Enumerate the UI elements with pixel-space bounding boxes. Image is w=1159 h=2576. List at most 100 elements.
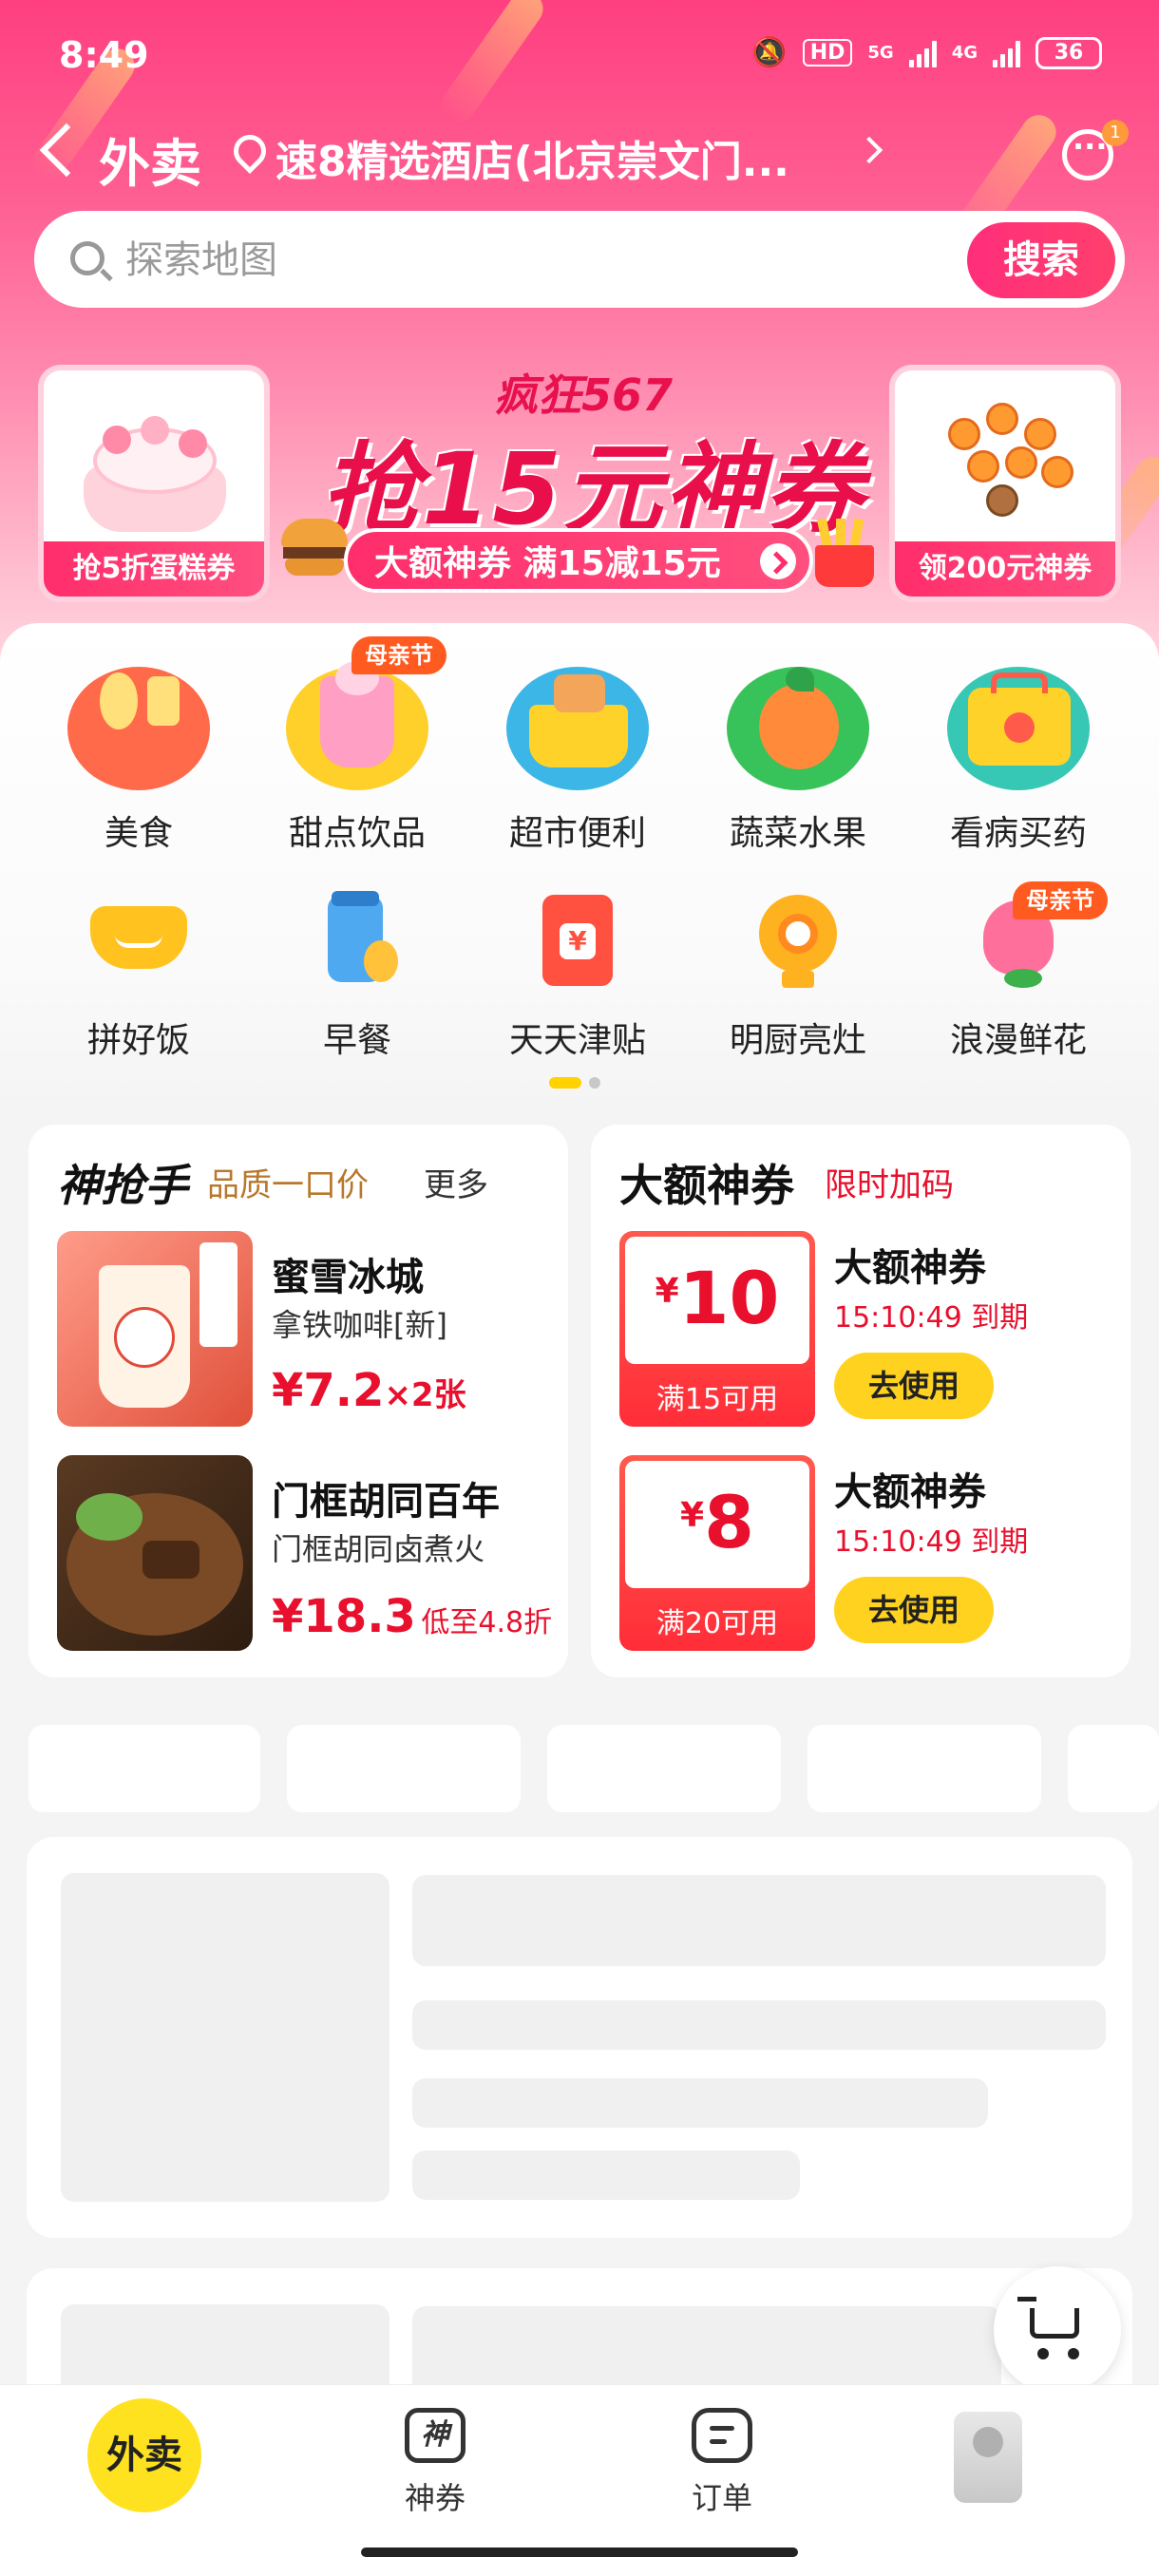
category-flowers[interactable]: 浪漫鲜花 母亲节 — [914, 881, 1123, 1062]
use-coupon-button[interactable]: 去使用 — [834, 1577, 994, 1643]
coupon-expiry: 15:10:49 到期 — [834, 1301, 1029, 1335]
back-arrow-icon[interactable] — [39, 123, 94, 178]
camera-icon — [746, 895, 850, 999]
status-icons: 🔕 HD 5G 4G 36 — [751, 36, 1102, 69]
coupon-amount: 8 — [704, 1480, 754, 1564]
category-label: 蔬菜水果 — [729, 814, 866, 853]
deal-price-note: 低至4.8折 — [421, 1606, 553, 1639]
loading-filter-pill — [287, 1725, 521, 1812]
category-label: 明厨亮灶 — [729, 1021, 866, 1060]
coupon-ticket[interactable]: ¥8 满20可用 — [619, 1455, 815, 1651]
category-breakfast[interactable]: 早餐 — [253, 891, 462, 1062]
tab-coupons[interactable]: 神 神券 — [359, 2408, 511, 2518]
category-food[interactable]: 美食 — [34, 655, 243, 855]
page-dot-active — [549, 1077, 581, 1089]
cart-icon — [1017, 2297, 1079, 2339]
coupon-condition: 满20可用 — [656, 1607, 779, 1640]
top-nav: 外卖 速8精选酒店(北京崇文门... 1 — [0, 114, 1159, 199]
category-open-kitchen[interactable]: 明厨亮灶 — [694, 895, 902, 1062]
category-vegetables[interactable]: 蔬菜水果 — [694, 655, 902, 855]
cake-image — [74, 408, 236, 532]
flower-coupon-banner[interactable]: 领200元神券 — [889, 365, 1121, 602]
category-supermarket[interactable]: 超市便利 — [473, 655, 682, 855]
coupons-card: 大额神券 限时加码 ¥10 满15可用 大额神券 15:10:49 到期 去使用… — [591, 1125, 1130, 1677]
coupon-expiry: 15:10:49 到期 — [834, 1525, 1029, 1559]
loading-line — [412, 2150, 800, 2200]
red-envelope-icon: ¥ — [525, 895, 630, 999]
search-button[interactable]: 搜索 — [967, 222, 1115, 298]
category-label: 甜点饮品 — [288, 814, 426, 853]
page-dot — [589, 1077, 600, 1089]
order-list-icon — [692, 2408, 752, 2463]
tab-label: 订单 — [691, 2480, 752, 2516]
cart-button[interactable] — [994, 2266, 1121, 2394]
category-label: 早餐 — [322, 1021, 391, 1060]
tableware-icon — [67, 655, 210, 798]
coupon-face: ¥10 — [625, 1237, 809, 1364]
tab-orders[interactable]: 订单 — [646, 2408, 798, 2518]
promo-coupon-button[interactable]: 大额神券 满15减15元 — [344, 528, 813, 593]
coupon-currency: ¥ — [655, 1272, 679, 1311]
arrow-right-icon — [760, 543, 796, 579]
loading-store-card — [27, 1837, 1132, 2238]
message-badge: 1 — [1102, 120, 1129, 146]
loading-filter-pill — [1068, 1725, 1159, 1812]
coupon-condition: 满15可用 — [656, 1383, 779, 1416]
avatar[interactable] — [954, 2412, 1022, 2503]
search-bar: 搜索 — [34, 211, 1125, 308]
cake-coupon-banner[interactable]: 抢5折蛋糕券 — [38, 365, 270, 602]
deals-subtitle: 品质一口价 — [207, 1166, 369, 1204]
category-dessert[interactable]: 甜点饮品 母亲节 — [253, 636, 462, 855]
cart-wheel — [1037, 2348, 1049, 2359]
search-input[interactable] — [125, 234, 790, 287]
category-group-meal[interactable]: 拼好饭 — [34, 895, 243, 1062]
category-subsidy[interactable]: ¥ 天天津贴 — [473, 895, 682, 1062]
category-label: 看病买药 — [949, 814, 1087, 853]
coupon-ticket[interactable]: ¥10 满15可用 — [619, 1231, 815, 1427]
network-5g-label: 5G — [867, 43, 894, 63]
coupon-name: 大额神券 — [834, 1246, 986, 1290]
basket-icon — [506, 655, 649, 798]
delivery-address[interactable]: 速8精选酒店(北京崇文门... — [276, 127, 789, 188]
fries-icon — [809, 518, 880, 587]
braised-dish-image[interactable] — [57, 1455, 253, 1651]
bouquet-image — [929, 389, 1091, 551]
category-label: 拼好饭 — [86, 1021, 190, 1060]
loading-filter-pill — [28, 1725, 260, 1812]
battery-icon: 36 — [1036, 36, 1102, 69]
category-label: 超市便利 — [508, 814, 646, 853]
coffee-product-image[interactable] — [57, 1231, 253, 1427]
mute-bell-icon: 🔕 — [751, 36, 788, 69]
page-title: 外卖 — [99, 134, 201, 194]
chevron-right-icon[interactable] — [855, 136, 884, 164]
deal-store-name[interactable]: 蜜雪冰城 — [272, 1246, 424, 1301]
category-medicine[interactable]: 看病买药 — [914, 655, 1123, 855]
hd-icon: HD — [802, 39, 853, 66]
coupons-title: 大额神券 — [619, 1160, 794, 1211]
loading-filter-pill — [808, 1725, 1041, 1812]
tab-label: 神券 — [404, 2480, 466, 2516]
mothers-day-tag: 母亲节 — [1013, 881, 1108, 919]
home-indicator — [361, 2548, 798, 2557]
promo-pill-label: 大额神券 满15减15元 — [374, 544, 721, 583]
tab-home[interactable]: 外卖 — [87, 2398, 201, 2512]
dessert-icon — [286, 655, 428, 798]
cart-wheel — [1068, 2348, 1079, 2359]
deal-price-value: ¥18.3 — [272, 1590, 416, 1643]
loading-line — [412, 2000, 1106, 2050]
signal-5g-icon — [908, 39, 937, 67]
network-4g-label: 4G — [951, 43, 978, 63]
deal-product-name: 拿铁咖啡[新] — [272, 1307, 447, 1343]
status-time: 8:49 — [59, 34, 149, 76]
deals-title: 神抢手 — [57, 1160, 188, 1211]
deal-price-note: ×2张 — [384, 1376, 466, 1414]
deals-more-link[interactable]: 更多 — [424, 1159, 488, 1205]
coupon-currency: ¥ — [680, 1496, 705, 1535]
use-coupon-button[interactable]: 去使用 — [834, 1353, 994, 1419]
deal-price: ¥18.3 低至4.8折 — [272, 1590, 552, 1643]
page-indicator — [549, 1077, 600, 1089]
deal-store-name[interactable]: 门框胡同百年 — [272, 1470, 500, 1525]
status-bar: 8:49 🔕 HD 5G 4G 36 — [0, 28, 1159, 89]
category-label: 天天津贴 — [508, 1021, 646, 1060]
medical-kit-icon — [947, 655, 1090, 798]
